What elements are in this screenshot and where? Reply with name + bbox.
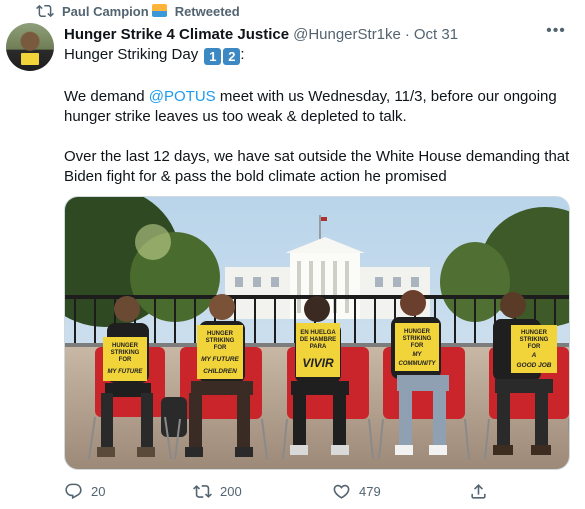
tweet-line-1: Hunger Striking Day 12: xyxy=(64,46,245,65)
sign-4-line-4: MY xyxy=(413,352,423,358)
sign-1-line-2: STRIKING xyxy=(111,350,140,356)
retweet-button[interactable]: 200 xyxy=(193,480,242,502)
sign-1-line-3: FOR xyxy=(119,357,132,363)
protest-photo-illustration: HUNGER STRIKING FOR MY FUTURE HUNGER STR… xyxy=(65,197,569,469)
sign-5-line-2: STRIKING xyxy=(520,337,549,343)
protest-sign-4: HUNGER STRIKING FOR MY COMMUNITY xyxy=(395,323,439,371)
more-options-icon[interactable]: ••• xyxy=(545,23,567,44)
sign-5-line-3: FOR xyxy=(528,344,541,350)
meta-separator: · xyxy=(404,25,410,43)
share-icon xyxy=(471,483,486,499)
reply-count: 20 xyxy=(91,483,106,499)
sun-behind-water-emoji-icon xyxy=(151,3,167,17)
tweet-paragraph-3: Over the last 12 days, we have sat outsi… xyxy=(64,148,570,185)
sign-4-line-5: COMMUNITY xyxy=(399,361,437,367)
retweet-count: 200 xyxy=(220,483,242,499)
sign-3-line-1: EN HUELGA xyxy=(300,330,336,336)
tweet-date[interactable]: Oct 31 xyxy=(414,26,458,43)
reply-icon xyxy=(65,483,82,499)
heart-icon xyxy=(333,484,350,499)
author-name[interactable]: Hunger Strike 4 Climate Justice xyxy=(64,26,289,43)
sign-5-line-1: HUNGER xyxy=(521,330,548,336)
retweeter-name[interactable]: Paul Campion xyxy=(62,3,167,19)
tweet-paragraph-2: We demand @POTUS meet with us Wednesday,… xyxy=(64,88,557,125)
sign-1-line-4: MY FUTURE xyxy=(108,369,144,375)
protest-sign-5: HUNGER STRIKING FOR A GOOD JOB xyxy=(511,325,557,373)
protest-sign-1: HUNGER STRIKING FOR MY FUTURE xyxy=(103,337,147,381)
tweet-actions: 20 200 479 xyxy=(64,480,514,502)
sign-2-line-1: HUNGER xyxy=(207,331,234,337)
avatar[interactable] xyxy=(6,23,54,71)
sign-4-line-2: STRIKING xyxy=(403,336,432,342)
sign-1-line-1: HUNGER xyxy=(112,343,139,349)
sign-3-line-4: VIVIR xyxy=(302,356,334,370)
sign-2-line-4: MY FUTURE xyxy=(201,356,239,363)
like-count: 479 xyxy=(359,483,381,499)
protest-sign-3: EN HUELGA DE HAMBRE PARA VIVIR xyxy=(296,323,340,377)
tweet-photo[interactable]: HUNGER STRIKING FOR MY FUTURE HUNGER STR… xyxy=(64,196,570,470)
sign-5-line-5: GOOD JOB xyxy=(516,362,551,369)
sign-5-line-4: A xyxy=(531,352,537,359)
mention-link[interactable]: @POTUS xyxy=(149,88,216,105)
author-handle[interactable]: @HungerStr1ke xyxy=(293,26,401,43)
keycap-2-emoji: 2 xyxy=(223,48,241,65)
sign-4-line-1: HUNGER xyxy=(404,329,431,335)
tweet-header: Hunger Strike 4 Climate Justice @HungerS… xyxy=(64,23,573,44)
sign-4-line-3: FOR xyxy=(411,343,424,349)
keycap-1-emoji: 1 xyxy=(204,48,222,65)
retweet-context: Paul Campion Retweeted xyxy=(36,2,240,20)
sign-2-line-5: CHILDREN xyxy=(203,368,237,375)
protest-sign-2: HUNGER STRIKING FOR MY FUTURE CHILDREN xyxy=(197,325,243,379)
sign-2-line-2: STRIKING xyxy=(206,338,235,344)
avatar-sign xyxy=(21,53,39,65)
reply-button[interactable]: 20 xyxy=(64,480,105,502)
retweet-action-icon xyxy=(193,484,212,498)
retweet-icon xyxy=(36,4,54,18)
sign-3-line-2: DE HAMBRE xyxy=(300,337,336,343)
sign-3-line-3: PARA xyxy=(310,344,327,350)
like-button[interactable]: 479 xyxy=(332,480,381,502)
tweet[interactable]: Paul Campion Retweeted Hunger Strike 4 C… xyxy=(0,0,585,509)
share-button[interactable] xyxy=(469,480,488,502)
retweet-label: Retweeted xyxy=(174,3,240,19)
sign-2-line-3: FOR xyxy=(214,345,227,351)
